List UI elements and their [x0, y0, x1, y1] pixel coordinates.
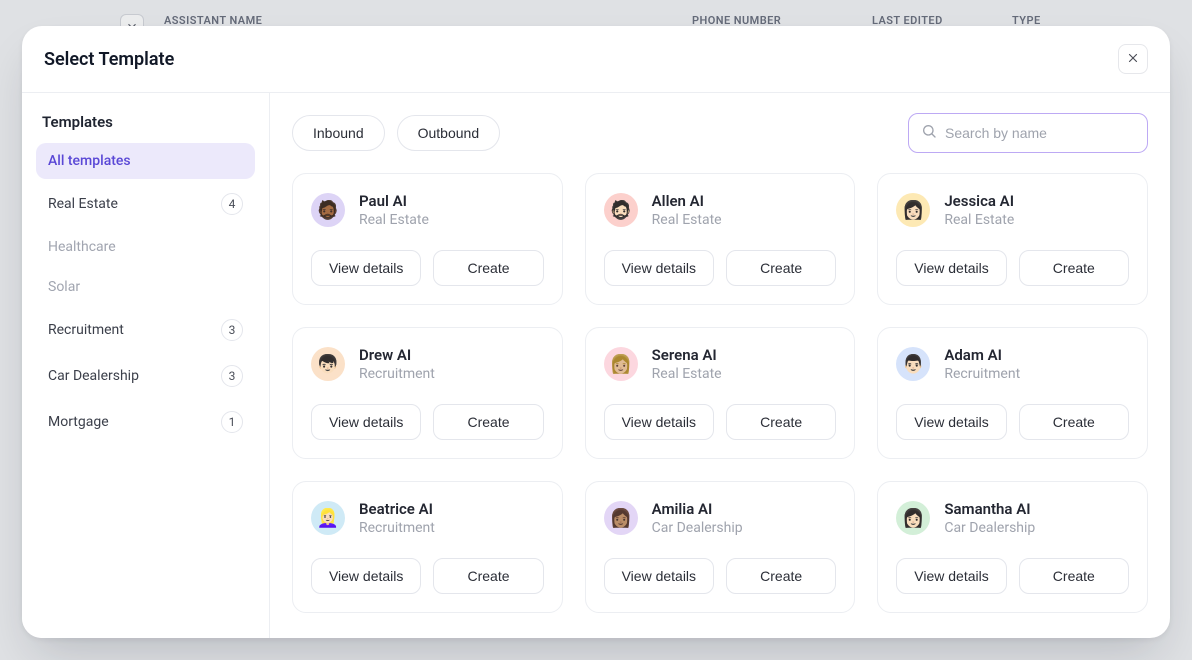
filter-pill[interactable]: Outbound [397, 115, 501, 151]
sidebar-category[interactable]: Car Dealership 3 [36, 355, 255, 397]
avatar: 👦🏻 [311, 347, 345, 381]
create-button[interactable]: Create [433, 250, 543, 286]
search-icon [921, 123, 937, 143]
sidebar-category-count: 3 [221, 319, 243, 341]
create-button[interactable]: Create [433, 404, 543, 440]
close-button[interactable] [1118, 44, 1148, 74]
view-details-button[interactable]: View details [896, 404, 1006, 440]
template-name: Allen AI [652, 192, 722, 210]
view-details-button[interactable]: View details [311, 250, 421, 286]
sidebar-category-label: Car Dealership [48, 368, 139, 384]
sidebar-category[interactable]: Mortgage 1 [36, 401, 255, 443]
view-details-button[interactable]: View details [896, 250, 1006, 286]
sidebar-category-count: 1 [221, 411, 243, 433]
template-card: 👦🏻 Drew AI Recruitment View details Create [292, 327, 563, 459]
view-details-button[interactable]: View details [604, 558, 714, 594]
create-button[interactable]: Create [726, 558, 836, 594]
sidebar-category-label: Recruitment [48, 322, 124, 338]
template-name: Serena AI [652, 346, 722, 364]
template-name: Adam AI [944, 346, 1020, 364]
template-name: Drew AI [359, 346, 435, 364]
create-button[interactable]: Create [433, 558, 543, 594]
template-card: 🧔🏾 Paul AI Real Estate View details Create [292, 173, 563, 305]
template-category: Real Estate [359, 212, 429, 228]
template-category: Recruitment [359, 366, 435, 382]
create-button[interactable]: Create [726, 404, 836, 440]
search-field[interactable] [908, 113, 1148, 153]
view-details-button[interactable]: View details [311, 558, 421, 594]
template-card: 👩🏼 Serena AI Real Estate View details Create [585, 327, 856, 459]
sidebar-category-count: 3 [221, 365, 243, 387]
close-icon [1126, 51, 1140, 68]
create-button[interactable]: Create [1019, 250, 1129, 286]
sidebar-category-label: Solar [48, 279, 80, 295]
sidebar-category[interactable]: All templates [36, 143, 255, 179]
template-name: Jessica AI [944, 192, 1014, 210]
avatar: 👩🏻 [896, 501, 930, 535]
template-name: Samantha AI [944, 500, 1035, 518]
avatar: 👩🏻 [896, 193, 930, 227]
template-name: Paul AI [359, 192, 429, 210]
avatar: 👩🏽 [604, 501, 638, 535]
sidebar-category-label: Mortgage [48, 414, 109, 430]
template-main: Inbound Outbound 🧔🏾 Paul AI Real Estate View… [270, 93, 1170, 638]
view-details-button[interactable]: View details [311, 404, 421, 440]
sidebar-category-label: Healthcare [48, 239, 116, 255]
sidebar-category-count: 4 [221, 193, 243, 215]
avatar: 🧔🏻 [604, 193, 638, 227]
view-details-button[interactable]: View details [604, 250, 714, 286]
modal-title: Select Template [44, 49, 174, 70]
template-category: Car Dealership [944, 520, 1035, 536]
template-name: Beatrice AI [359, 500, 435, 518]
create-button[interactable]: Create [1019, 404, 1129, 440]
view-details-button[interactable]: View details [896, 558, 1006, 594]
search-input[interactable] [945, 125, 1135, 141]
view-details-button[interactable]: View details [604, 404, 714, 440]
sidebar-category[interactable]: Healthcare [36, 229, 255, 265]
template-card: 👩🏽 Amilia AI Car Dealership View details Cre… [585, 481, 856, 613]
avatar: 👩🏼 [604, 347, 638, 381]
template-card: 👨🏻 Adam AI Recruitment View details Create [877, 327, 1148, 459]
sidebar-category[interactable]: Real Estate 4 [36, 183, 255, 225]
template-card: 👩🏻 Jessica AI Real Estate View details Creat… [877, 173, 1148, 305]
sidebar-category[interactable]: Solar [36, 269, 255, 305]
filter-pill[interactable]: Inbound [292, 115, 385, 151]
template-category: Real Estate [944, 212, 1014, 228]
template-card: 👱🏻‍♀️ Beatrice AI Recruitment View details C… [292, 481, 563, 613]
template-category: Real Estate [652, 212, 722, 228]
select-template-modal: Select Template Templates All templates R… [22, 26, 1170, 638]
avatar: 🧔🏾 [311, 193, 345, 227]
template-card: 🧔🏻 Allen AI Real Estate View details Create [585, 173, 856, 305]
create-button[interactable]: Create [1019, 558, 1129, 594]
sidebar-category-label: All templates [48, 153, 131, 169]
template-category: Recruitment [944, 366, 1020, 382]
sidebar-title: Templates [36, 113, 255, 143]
template-category: Car Dealership [652, 520, 743, 536]
template-sidebar: Templates All templates Real Estate 4 Healt… [22, 93, 270, 638]
template-card: 👩🏻 Samantha AI Car Dealership View details C… [877, 481, 1148, 613]
avatar: 👨🏻 [896, 347, 930, 381]
sidebar-category[interactable]: Recruitment 3 [36, 309, 255, 351]
create-button[interactable]: Create [726, 250, 836, 286]
template-category: Real Estate [652, 366, 722, 382]
template-name: Amilia AI [652, 500, 743, 518]
template-category: Recruitment [359, 520, 435, 536]
avatar: 👱🏻‍♀️ [311, 501, 345, 535]
sidebar-category-label: Real Estate [48, 196, 118, 212]
